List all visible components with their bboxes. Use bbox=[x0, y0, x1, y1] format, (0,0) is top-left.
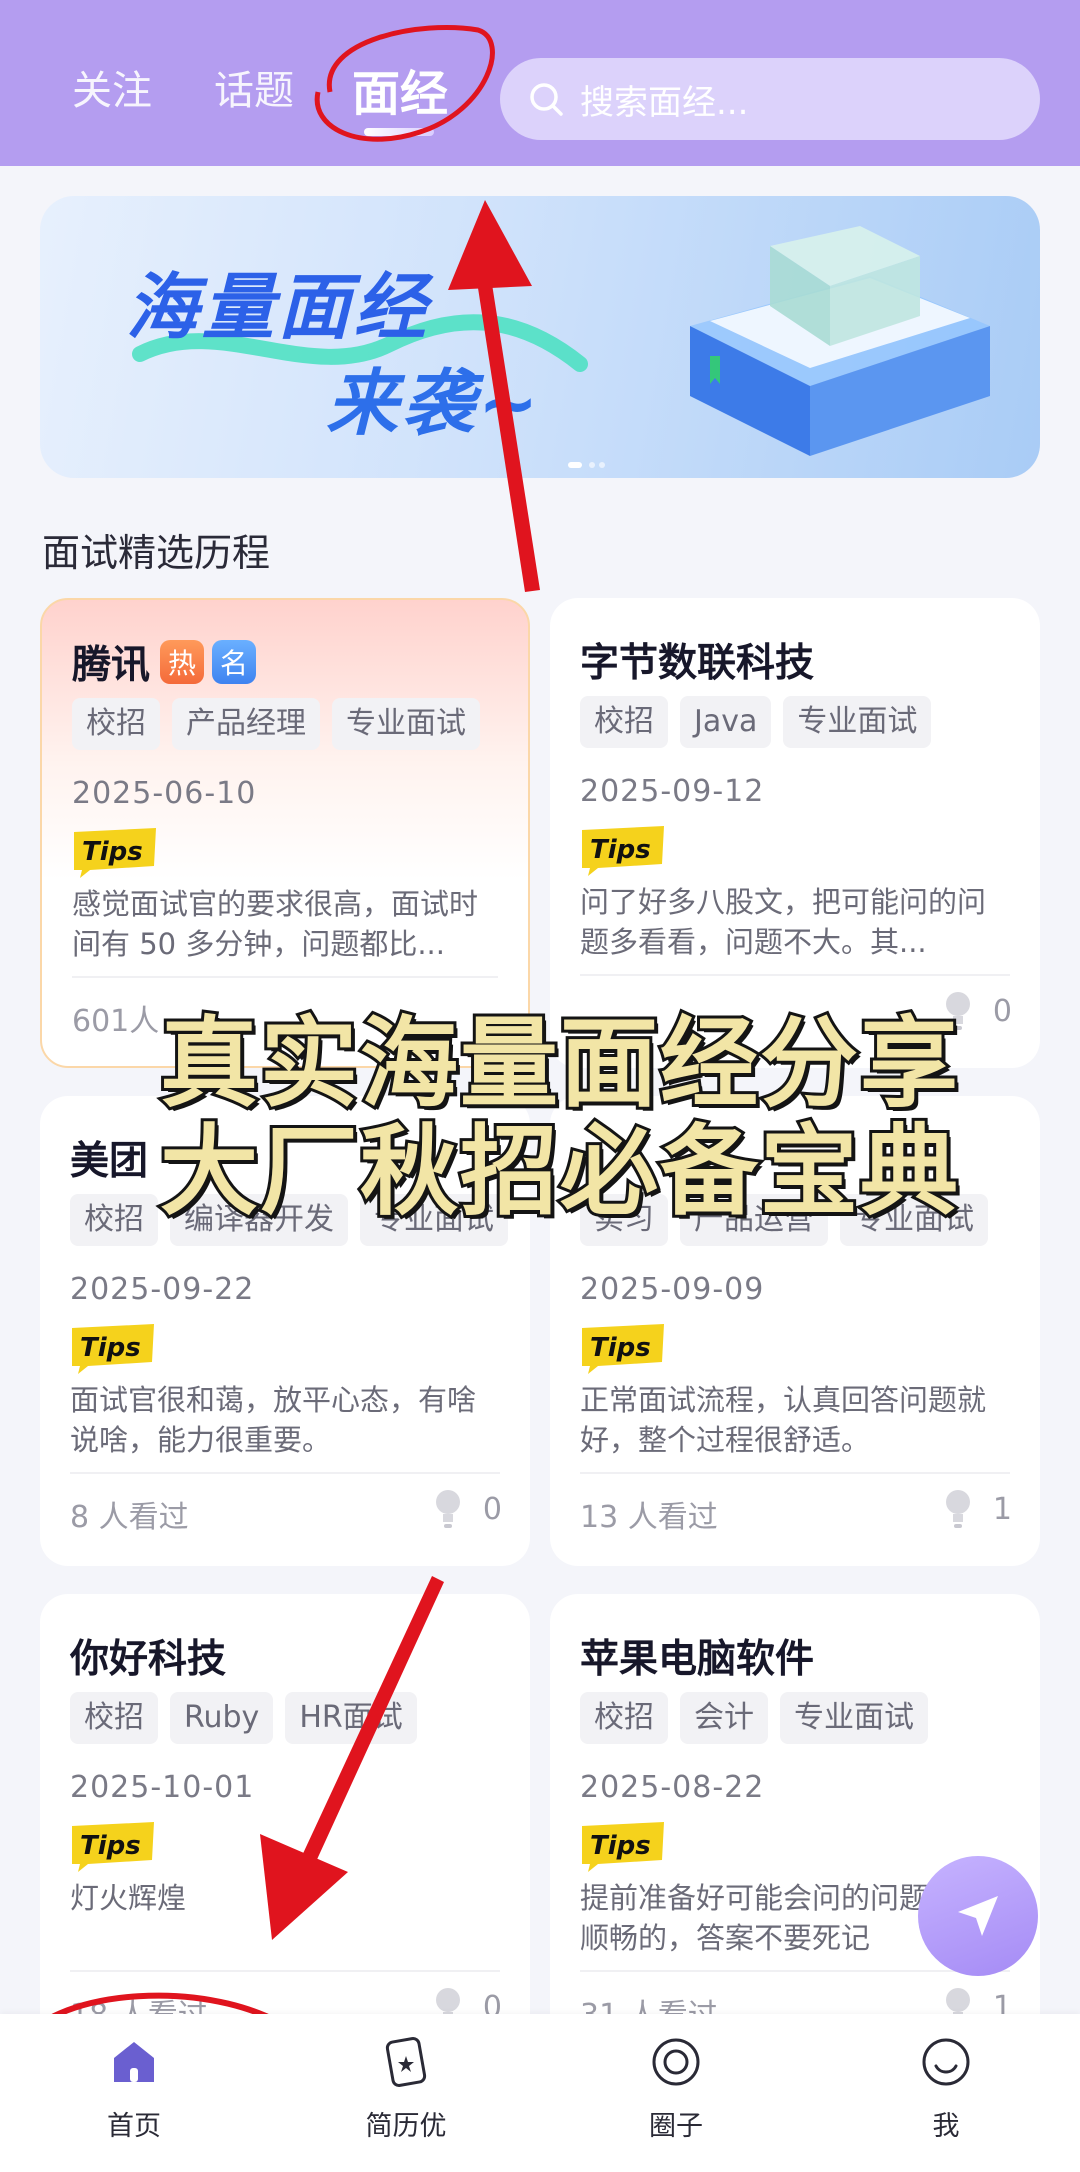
tips-label: Tips bbox=[74, 828, 156, 878]
card-tag: 专业面试 bbox=[783, 696, 932, 748]
nav-circle[interactable]: 圈子 bbox=[596, 2034, 756, 2143]
overlay-caption-line2: 大厂秋招必备宝典 bbox=[157, 1112, 961, 1232]
card-description: 问了好多八股文，把可能问的问题多看看，问题不大。其... bbox=[580, 885, 987, 959]
search-placeholder: 搜索面经... bbox=[580, 82, 749, 123]
nav-resume[interactable]: 简历优 bbox=[326, 2034, 486, 2143]
card-divider bbox=[70, 1472, 500, 1474]
card-description: 面试官很和蔼，放平心态，有啥说啥，能力很重要。 bbox=[70, 1383, 477, 1457]
card-company: 你好科技 bbox=[70, 1637, 227, 1682]
card-tag: Ruby bbox=[170, 1692, 274, 1744]
send-arrow-icon bbox=[958, 1896, 998, 1936]
tab-follow[interactable]: 关注 bbox=[72, 58, 152, 116]
card-tag: 专业面试 bbox=[780, 1692, 928, 1744]
lightbulb-icon bbox=[946, 1490, 970, 1528]
interview-card[interactable]: 苹果电脑软件 校招 会计 专业面试 2025-08-22 Tips 提前准备好可… bbox=[550, 1594, 1040, 2064]
card-divider bbox=[580, 974, 1010, 976]
top-header: 关注 话题 面经 搜索面经... bbox=[0, 0, 1080, 166]
tips-label: Tips bbox=[582, 1324, 664, 1374]
card-divider bbox=[580, 1970, 1010, 1972]
card-company: 美团 bbox=[70, 1139, 149, 1184]
banner-pagination-dots bbox=[568, 462, 605, 468]
card-date: 2025-09-09 bbox=[580, 1272, 765, 1307]
nav-profile[interactable]: 我 bbox=[866, 2034, 1026, 2143]
interview-card[interactable]: 你好科技 校招 Ruby HR面试 2025-10-01 Tips 灯火辉煌 1… bbox=[40, 1594, 530, 2064]
promo-banner[interactable]: 海量面经 来袭~ bbox=[40, 196, 1040, 478]
card-tag: 校招 bbox=[70, 1692, 158, 1744]
card-date: 2025-08-22 bbox=[580, 1770, 765, 1805]
book-illustration-icon bbox=[690, 226, 990, 456]
card-likes: 1 bbox=[992, 1492, 1012, 1527]
card-tag: 校招 bbox=[72, 698, 160, 750]
svg-text:Tips: Tips bbox=[590, 1831, 651, 1861]
nav-label: 圈子 bbox=[649, 2111, 703, 2142]
famous-badge: 名 bbox=[212, 640, 257, 684]
send-fab-button[interactable] bbox=[918, 1856, 1038, 1976]
card-company: 腾讯 bbox=[72, 643, 151, 688]
card-divider bbox=[580, 1472, 1010, 1474]
card-description: 感觉面试官的要求很高，面试时间有 50 多分钟，问题都比... bbox=[72, 887, 479, 961]
card-tag: 校招 bbox=[70, 1194, 158, 1246]
card-divider bbox=[70, 1970, 500, 1972]
lightbulb-icon bbox=[436, 1490, 460, 1528]
card-date: 2025-09-12 bbox=[580, 774, 765, 809]
active-tab-indicator bbox=[364, 128, 434, 136]
card-company: 苹果电脑软件 bbox=[580, 1637, 815, 1682]
search-input[interactable]: 搜索面经... bbox=[500, 58, 1040, 140]
card-date: 2025-06-10 bbox=[72, 776, 257, 811]
card-tag: 会计 bbox=[680, 1692, 768, 1744]
tips-label: Tips bbox=[582, 1822, 664, 1872]
search-icon bbox=[530, 83, 563, 116]
card-date: 2025-10-01 bbox=[70, 1770, 255, 1805]
card-description: 灯火辉煌 bbox=[70, 1881, 187, 1915]
card-divider bbox=[72, 976, 498, 978]
svg-text:Tips: Tips bbox=[80, 1831, 141, 1861]
svg-text:Tips: Tips bbox=[80, 1333, 141, 1363]
nav-home[interactable]: 首页 bbox=[54, 2034, 214, 2143]
card-tag: 产品经理 bbox=[172, 698, 320, 750]
circle-icon bbox=[652, 2038, 700, 2086]
card-description: 正常面试流程，认真回答问题就好，整个过程很舒适。 bbox=[580, 1383, 987, 1457]
nav-label: 简历优 bbox=[365, 2111, 447, 2142]
card-company: 字节数联科技 bbox=[580, 641, 815, 686]
tips-label: Tips bbox=[582, 826, 664, 876]
card-views: 13 人看过 bbox=[580, 1500, 718, 1535]
bottom-navigation: 首页 简历优 圈子 我 bbox=[0, 2014, 1080, 2172]
card-likes: 0 bbox=[992, 994, 1012, 1029]
card-tag: 专业面试 bbox=[332, 698, 480, 750]
profile-icon bbox=[922, 2038, 970, 2086]
tips-label: Tips bbox=[72, 1822, 154, 1872]
tab-interview-experience[interactable]: 面经 bbox=[352, 54, 448, 124]
card-tag: HR面试 bbox=[285, 1692, 417, 1744]
card-tag: 校招 bbox=[580, 696, 668, 748]
card-tag: Java bbox=[680, 696, 772, 748]
svg-text:Tips: Tips bbox=[82, 837, 143, 867]
section-title: 面试精选历程 bbox=[42, 531, 271, 575]
tab-topics[interactable]: 话题 bbox=[214, 58, 294, 116]
home-icon bbox=[114, 2042, 154, 2082]
svg-text:Tips: Tips bbox=[590, 835, 651, 865]
nav-label: 我 bbox=[932, 2111, 960, 2142]
nav-label: 首页 bbox=[107, 2111, 161, 2142]
card-date: 2025-09-22 bbox=[70, 1272, 255, 1307]
card-likes: 0 bbox=[482, 1492, 502, 1527]
banner-subheadline: 来袭~ bbox=[326, 361, 543, 445]
banner-headline: 海量面经 bbox=[126, 265, 431, 349]
tips-label: Tips bbox=[72, 1324, 154, 1374]
svg-text:Tips: Tips bbox=[590, 1333, 651, 1363]
card-tag: 校招 bbox=[580, 1692, 668, 1744]
resume-card-icon bbox=[385, 2037, 427, 2087]
card-views: 601人 bbox=[72, 1004, 160, 1039]
card-views: 8 人看过 bbox=[70, 1500, 189, 1535]
hot-badge: 热 bbox=[160, 640, 205, 684]
